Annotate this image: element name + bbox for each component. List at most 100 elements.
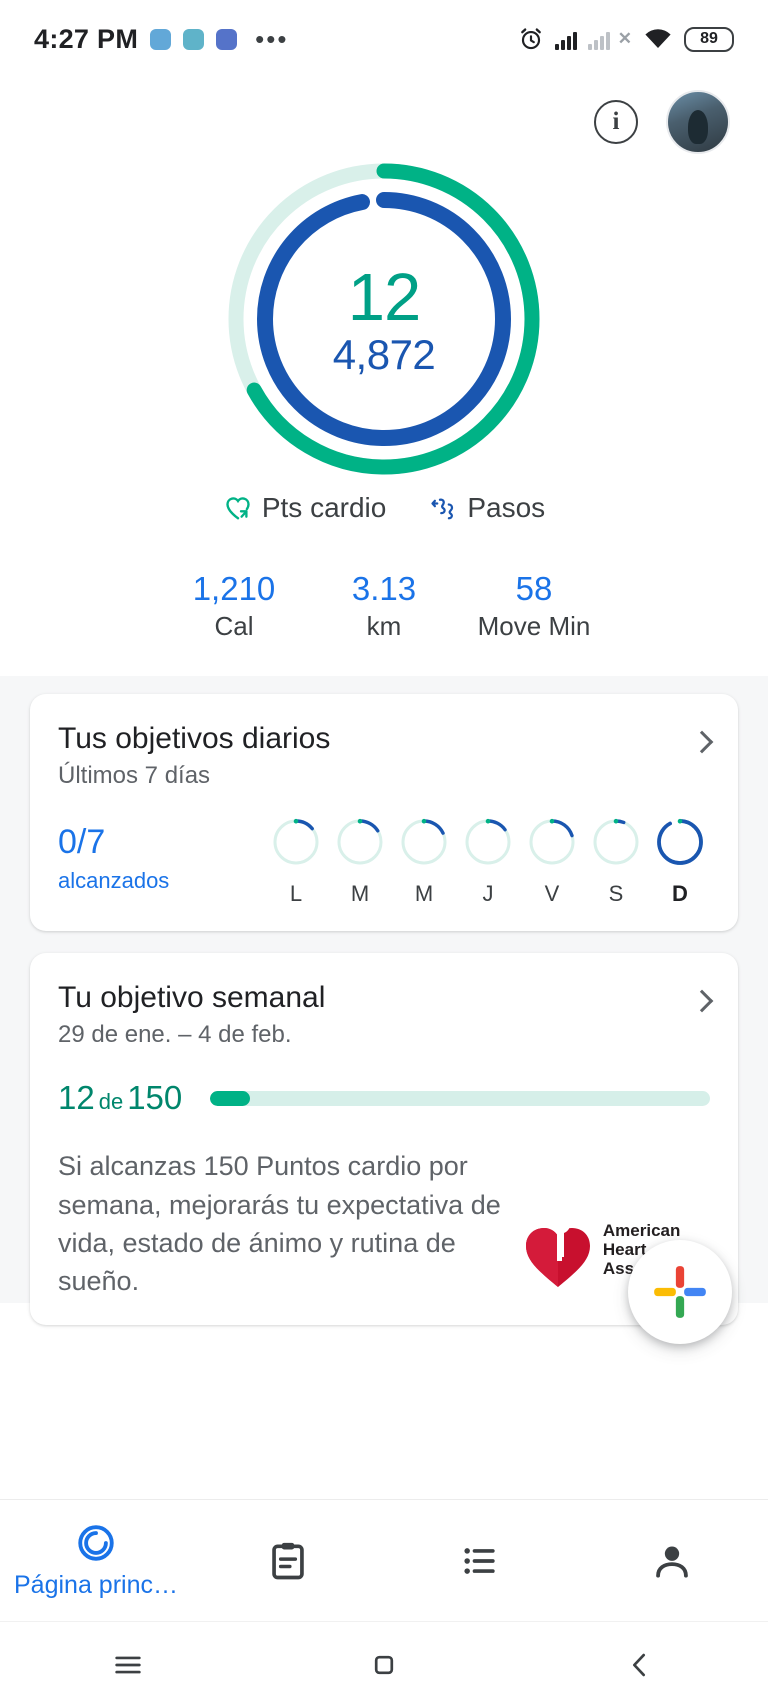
header-actions: i (0, 78, 768, 154)
telegram-icon (150, 28, 172, 50)
status-bar: 4:27 PM ••• ✕ 89 (0, 0, 768, 78)
stat-value: 3.13 (351, 570, 417, 607)
heart-points-value: 12 (347, 260, 422, 336)
battery-indicator: 89 (684, 26, 734, 52)
nav-item-home[interactable]: Página princ… (0, 1521, 192, 1600)
stat-label: Move Min (477, 611, 591, 642)
weekly-current: 12 (58, 1079, 95, 1117)
nav-label-home: Página princ… (14, 1571, 178, 1599)
recents-menu-icon (115, 1656, 141, 1673)
weekly-goal-date-range: 29 de ene. – 4 de feb. (58, 1021, 292, 1049)
weekday-ring-svg (657, 819, 703, 866)
summary-stats: 1,210 Cal 3.13 km 58 Move Min (0, 524, 768, 676)
weekly-goal-description: Si alcanzas 150 Puntos cardio por semana… (58, 1151, 501, 1297)
heart-cardio-icon (226, 497, 250, 520)
legend-label-cardio: Pts cardio (261, 492, 387, 523)
stat-distance[interactable]: 3.13 km (309, 568, 459, 642)
stat-label: Cal (214, 611, 254, 642)
signal-bars-icon (554, 28, 577, 50)
nav-item-profile[interactable] (576, 1539, 768, 1583)
weekday-ring-svg (593, 819, 639, 865)
bottom-navigation[interactable]: Página princ… (0, 1499, 768, 1621)
google-fit-plus-icon (654, 1266, 706, 1318)
recents-button[interactable] (0, 1648, 256, 1682)
weekday-label: M (350, 881, 370, 907)
wifi-icon (645, 29, 671, 48)
notification-overflow-icon: ••• (255, 24, 289, 54)
telegram-icon (183, 28, 205, 50)
daily-goals-title: Tus objetivos diarios (58, 722, 331, 756)
weekday-ring-d-6[interactable]: D (654, 816, 706, 907)
daily-goals-count: 0/7 (58, 823, 106, 862)
home-square-icon (374, 1655, 394, 1674)
add-fab-button[interactable] (628, 1240, 732, 1344)
info-circle-icon[interactable]: i (594, 100, 638, 144)
daily-goals-count-group: 0/7 alcanzados (58, 816, 169, 893)
legend-item-steps[interactable]: Pasos (428, 492, 545, 524)
weekly-progress-numbers: 12 de 150 (58, 1079, 182, 1117)
weekday-ring-svg (465, 819, 511, 865)
weekday-label: S (608, 881, 624, 907)
home-button[interactable] (256, 1648, 512, 1682)
stat-calories[interactable]: 1,210 Cal (159, 568, 309, 642)
weekday-ring-j-3[interactable]: J (462, 816, 514, 907)
signal-no-service-icon (587, 28, 610, 50)
stat-label: km (366, 611, 402, 642)
status-bar-left: 4:27 PM ••• (34, 24, 288, 55)
stat-value: 1,210 (192, 570, 276, 607)
weekly-connector: de (98, 1089, 124, 1115)
aha-line1: American (602, 1221, 681, 1241)
android-system-nav[interactable] (0, 1621, 768, 1707)
weekday-ring-svg (337, 819, 383, 865)
weekly-target: 150 (127, 1079, 183, 1117)
activity-rings[interactable]: 12 4,872 (0, 154, 768, 484)
daily-goals-count-label: alcanzados (58, 867, 170, 893)
weekly-progress: 12 de 150 (58, 1079, 710, 1117)
back-chevron-icon (632, 1653, 646, 1676)
weekday-ring-svg (529, 819, 575, 865)
profile-person-icon (656, 1546, 688, 1578)
stat-move-minutes[interactable]: 58 Move Min (459, 568, 609, 642)
weekday-ring-svg (401, 819, 447, 865)
steps-value: 4,872 (332, 331, 436, 379)
chevron-right-icon[interactable] (690, 730, 714, 754)
weekday-label: V (544, 881, 560, 907)
daily-goals-card[interactable]: Tus objetivos diarios Últimos 7 días 0/7… (30, 694, 738, 932)
weekday-ring-svg (273, 819, 319, 865)
weekday-label: L (289, 881, 303, 907)
daily-goals-body: 0/7 alcanzados L M M J V S D (58, 816, 710, 907)
weekday-ring-m-2[interactable]: M (398, 816, 450, 907)
discord-icon (216, 28, 238, 50)
status-bar-right: ✕ 89 (518, 26, 734, 52)
weekly-progress-bar-fill (210, 1090, 251, 1106)
alarm-icon (520, 28, 541, 50)
weekday-ring-s-5[interactable]: S (590, 816, 642, 907)
nav-item-journal[interactable] (192, 1539, 384, 1583)
weekly-goal-title: Tu objetivo semanal (58, 981, 326, 1015)
weekly-goal-header: Tu objetivo semanal 29 de ene. – 4 de fe… (58, 981, 714, 1049)
weekday-ring-v-4[interactable]: V (526, 816, 578, 907)
back-button[interactable] (512, 1648, 768, 1682)
weekday-label: D (672, 881, 688, 907)
aha-heart-torch-icon (525, 1208, 590, 1287)
legend-item-cardio[interactable]: Pts cardio (223, 492, 387, 524)
weekly-goal-card[interactable]: Tu objetivo semanal 29 de ene. – 4 de fe… (30, 953, 738, 1325)
weekly-progress-bar (210, 1090, 710, 1106)
weekday-ring-m-1[interactable]: M (334, 816, 386, 907)
home-ring-icon (78, 1525, 114, 1561)
chevron-right-icon[interactable] (690, 989, 714, 1013)
daily-goals-header: Tus objetivos diarios Últimos 7 días (58, 722, 714, 790)
cards-scroll-area[interactable]: Tus objetivos diarios Últimos 7 días 0/7… (0, 676, 768, 1325)
stat-value: 58 (515, 570, 553, 607)
no-sim-x-icon: ✕ (617, 29, 632, 48)
ring-legend: Pts cardio Pasos (0, 484, 768, 524)
nav-item-list[interactable] (384, 1539, 576, 1583)
legend-label-steps: Pasos (467, 492, 546, 523)
ring-center-values: 12 4,872 (219, 154, 549, 484)
status-time: 4:27 PM (34, 23, 139, 54)
weekday-ring-l-0[interactable]: L (270, 816, 322, 907)
list-icon (464, 1547, 495, 1574)
avatar[interactable] (666, 90, 730, 154)
weekday-rings-row: LMMJVSD (270, 816, 710, 907)
weekday-label: J (482, 881, 494, 907)
